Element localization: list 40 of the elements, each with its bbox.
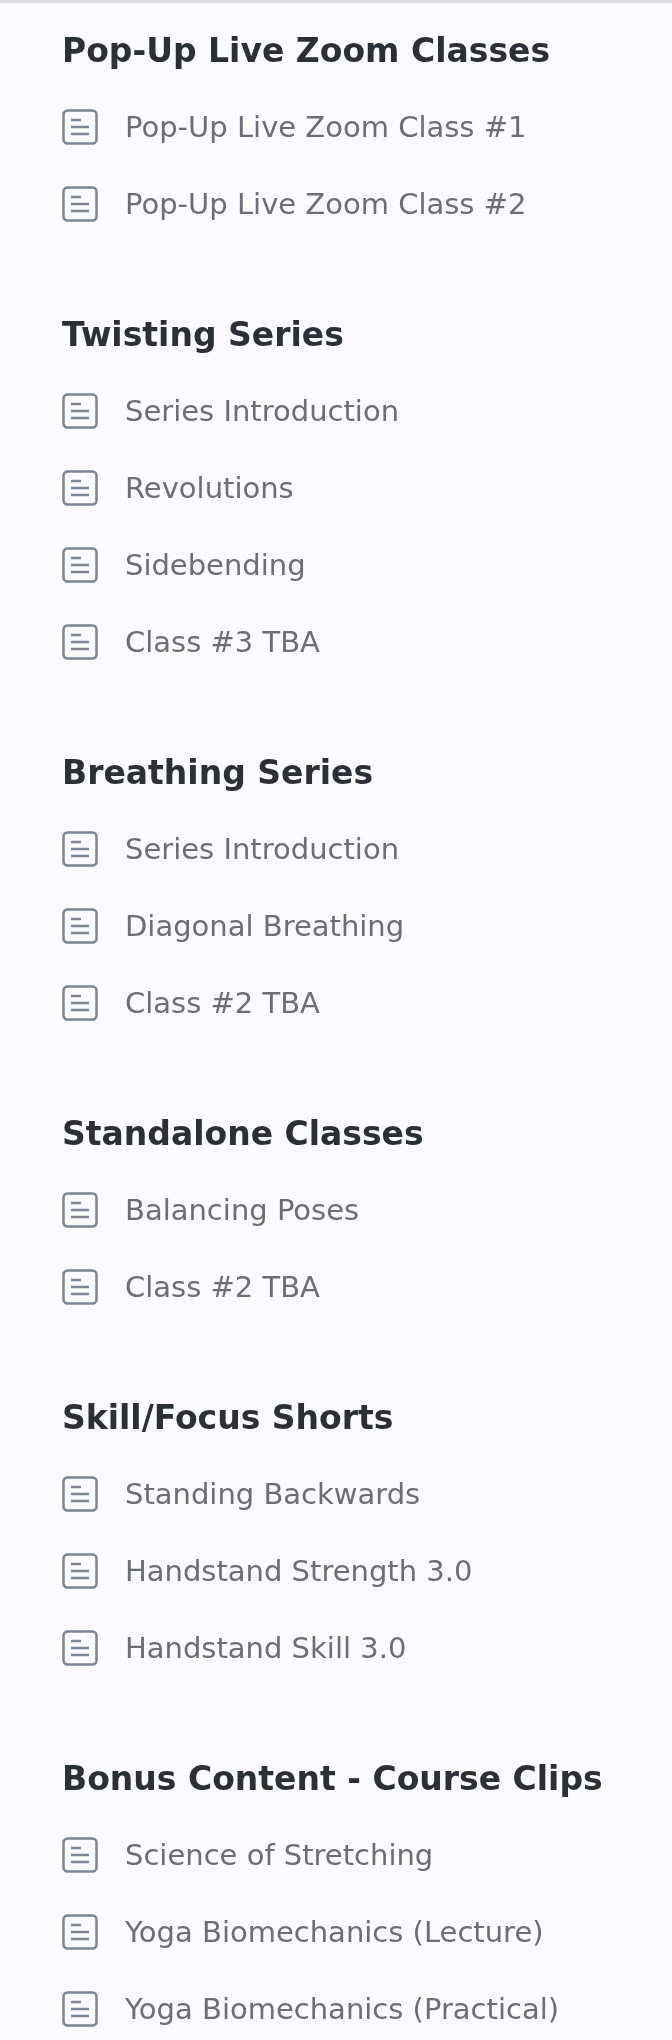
document-icon (62, 1268, 98, 1305)
lesson-link[interactable]: Science of Stretching (62, 1816, 434, 1893)
section-heading: Bonus Content - Course Clips (62, 1758, 604, 1800)
section-heading: Skill/Focus Shorts (62, 1397, 395, 1439)
document-icon (62, 1629, 98, 1666)
lesson-link[interactable]: Diagonal Breathing (62, 887, 405, 964)
lesson-link[interactable]: Class #3 TBA (62, 603, 320, 680)
lesson-link[interactable]: Series Introduction (62, 372, 399, 449)
lesson-link[interactable]: Standing Backwards (62, 1455, 421, 1532)
lesson-link[interactable]: Balancing Poses (62, 1171, 360, 1248)
document-icon (62, 907, 98, 944)
section-heading: Twisting Series (62, 314, 345, 356)
document-icon (62, 546, 98, 583)
lesson-link[interactable]: Pop-Up Live Zoom Class #2 (62, 165, 527, 242)
lesson-link[interactable]: Class #2 TBA (62, 964, 320, 1041)
document-icon (62, 1990, 98, 2027)
document-icon (62, 185, 98, 222)
lesson-link[interactable]: Handstand Strength 3.0 (62, 1532, 473, 1609)
document-icon (62, 1913, 98, 1950)
document-icon (62, 1191, 98, 1228)
document-icon (62, 1836, 98, 1873)
lesson-link[interactable]: Yoga Biomechanics (Lecture) (62, 1893, 544, 1970)
lesson-link[interactable]: Sidebending (62, 526, 306, 603)
lesson-link[interactable]: Revolutions (62, 449, 294, 526)
section-heading: Breathing Series (62, 752, 375, 794)
document-icon (62, 392, 98, 429)
document-icon (62, 469, 98, 506)
document-icon (62, 1552, 98, 1589)
section-heading: Pop-Up Live Zoom Classes (62, 30, 552, 72)
document-icon (62, 108, 98, 145)
document-icon (62, 623, 98, 660)
document-icon (62, 984, 98, 1021)
lesson-link[interactable]: Yoga Biomechanics (Practical) (62, 1970, 560, 2037)
lesson-link[interactable]: Pop-Up Live Zoom Class #1 (62, 88, 527, 165)
document-icon (62, 1475, 98, 1512)
lesson-link[interactable]: Series Introduction (62, 810, 399, 887)
lesson-link[interactable]: Class #2 TBA (62, 1248, 320, 1325)
lesson-link[interactable]: Handstand Skill 3.0 (62, 1609, 407, 1686)
document-icon (62, 830, 98, 867)
section-heading: Standalone Classes (62, 1113, 425, 1155)
